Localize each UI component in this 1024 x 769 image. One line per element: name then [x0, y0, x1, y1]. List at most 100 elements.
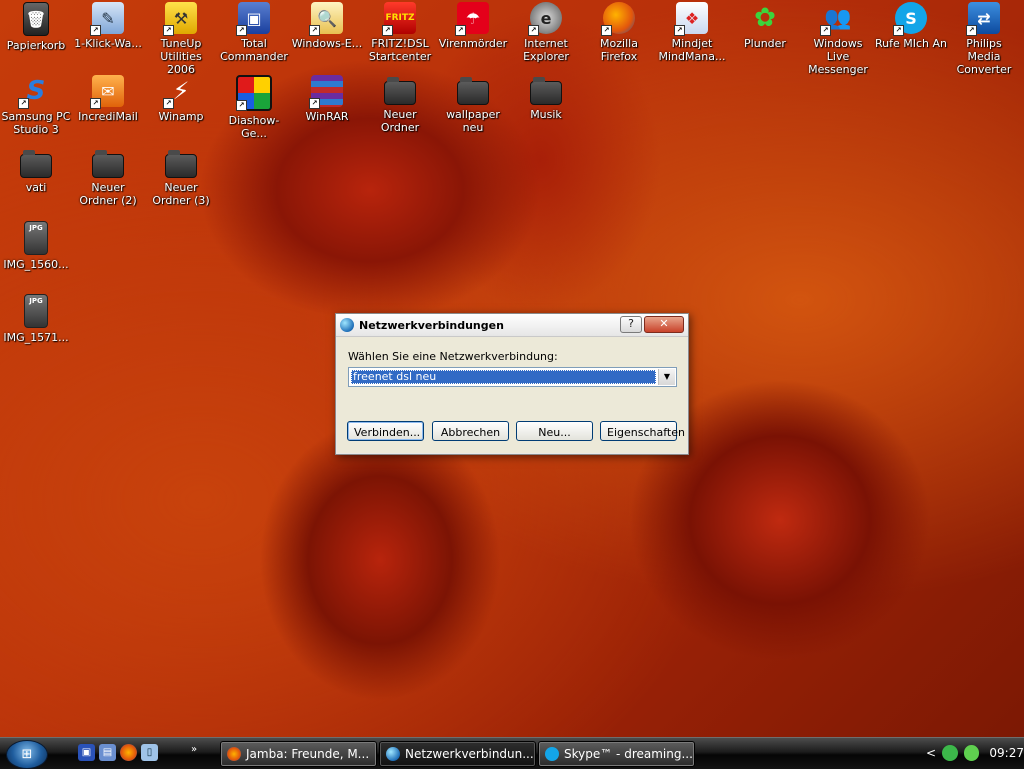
shortcut-arrow-icon: ↗ — [236, 100, 247, 111]
desktop-icon-label: IncrediMail — [78, 110, 138, 123]
network-globe-icon — [386, 747, 400, 761]
desktop-icon-label: Philips Media Converter — [956, 37, 1012, 76]
icq-tray-icon[interactable] — [963, 745, 980, 761]
dialog-titlebar[interactable]: Netzwerkverbindungen ? ✕ — [336, 314, 688, 337]
desktop-icon-incredimail[interactable]: ✉ ↗ IncrediMail — [72, 75, 144, 123]
skype-icon — [545, 747, 559, 761]
close-button[interactable]: ✕ — [644, 316, 684, 333]
shortcut-arrow-icon: ↗ — [309, 98, 320, 109]
folder-icon — [92, 150, 124, 178]
cancel-button[interactable]: Abbrechen — [432, 421, 509, 441]
desktop-icon-label: Mozilla Firefox — [600, 37, 638, 63]
quick-launch-more-icon[interactable]: » — [191, 744, 197, 755]
desktop-icon-skype[interactable]: S ↗ Rufe MIch An — [875, 2, 947, 50]
desktop-folder-neuer-ordner[interactable]: Neuer Ordner — [364, 75, 436, 134]
desktop-icon-label: Total Commander — [220, 37, 288, 63]
desktop-icon-winrar[interactable]: ↗ WinRAR — [291, 75, 363, 123]
fritz-icon: FRITZ ↗ — [382, 2, 416, 36]
quick-launch: ▣ ▤ ▯ — [78, 744, 158, 761]
connect-button[interactable]: Verbinden... — [347, 421, 424, 441]
desktop-icon-1-klick-wartung[interactable]: ✎ ↗ 1-Klick-Wa... — [72, 2, 144, 50]
desktop-icon-label: Windows-E... — [291, 37, 363, 50]
firefox-icon: ↗ — [601, 2, 635, 36]
desktop-icon-virenmoerder[interactable]: ☂ ↗ Virenmörder — [437, 2, 509, 50]
desktop-icon-fritz-dsl[interactable]: FRITZ ↗ FRITZ!DSL Startcenter — [364, 2, 436, 63]
desktop-switch-icon[interactable]: ▤ — [99, 744, 116, 761]
new-connection-button[interactable]: Neu... — [516, 421, 593, 441]
recycle-bin-icon: 🗑 — [23, 2, 49, 36]
slideshow-icon: ↗ — [236, 75, 272, 111]
desktop-file-img-1571[interactable]: JPG IMG_1571... — [0, 294, 72, 344]
desktop-icon-label: vati — [25, 181, 47, 194]
desktop-icon-windows-explorer[interactable]: 🔍 ↗ Windows-E... — [291, 2, 363, 50]
desktop-icon-label: Musik — [530, 108, 562, 121]
desktop-icon-label: Internet Explorer — [523, 37, 569, 63]
taskbar-button-jamba[interactable]: Jamba: Freunde, M... — [220, 741, 377, 767]
desktop-icon-philips-media-converter[interactable]: ⇄ ↗ Philips Media Converter — [948, 2, 1020, 76]
desktop-icon-mindjet[interactable]: ❖ ↗ Mindjet MindMana... — [656, 2, 728, 63]
desktop-folder-wallpaper-neu[interactable]: wallpaper neu — [437, 75, 509, 134]
taskbar-button-label: Jamba: Freunde, M... — [246, 747, 370, 761]
shortcut-arrow-icon: ↗ — [90, 25, 101, 36]
shortcut-arrow-icon: ↗ — [528, 25, 539, 36]
desktop-icon-label: wallpaper neu — [446, 108, 500, 134]
properties-button[interactable]: Eigenschaften — [600, 421, 685, 441]
desktop-icon-internet-explorer[interactable]: e ↗ Internet Explorer — [510, 2, 582, 63]
desktop-icon-winamp[interactable]: ⚡ ↗ Winamp — [145, 75, 217, 124]
desktop-icon-label: WinRAR — [305, 110, 349, 123]
desktop-icon-plunder[interactable]: ✿ Plunder — [729, 2, 801, 51]
desktop-icon-label: TuneUp Utilities 2006 — [160, 37, 202, 76]
desktop-icon-label: Neuer Ordner (2) — [79, 181, 137, 207]
desktop-icon-windows-live-messenger[interactable]: 👥 ↗ Windows Live Messenger — [802, 2, 874, 76]
taskbar: ⊞ ▣ ▤ ▯ » Jamba: Freunde, M... Netzwerkv… — [0, 737, 1024, 769]
desktop-folder-neuer-ordner-3[interactable]: Neuer Ordner (3) — [145, 148, 217, 207]
jpg-file-icon: JPG — [24, 221, 48, 255]
desktop-icon-label: IMG_1560... — [3, 258, 69, 271]
shortcut-arrow-icon: ↗ — [309, 25, 320, 36]
help-button[interactable]: ? — [620, 316, 642, 333]
shortcut-arrow-icon: ↗ — [455, 25, 466, 36]
connection-select[interactable]: freenet dsl neu ▼ — [348, 367, 677, 387]
desktop-icon-diashow[interactable]: ↗ Diashow-Ge... — [218, 75, 290, 140]
dropdown-arrow-icon[interactable]: ▼ — [658, 369, 675, 385]
mail-envelope-icon: ✉ ↗ — [90, 75, 124, 109]
taskbar-button-skype[interactable]: Skype™ - dreaming... — [538, 741, 695, 767]
desktop-icon-tuneup[interactable]: ⚒ ↗ TuneUp Utilities 2006 — [145, 2, 217, 76]
shortcut-arrow-icon: ↗ — [382, 25, 393, 36]
desktop-icon-label: Windows Live Messenger — [808, 37, 868, 76]
network-globe-icon — [340, 318, 354, 332]
desktop-icon-mozilla-firefox[interactable]: ↗ Mozilla Firefox — [583, 2, 655, 63]
search-magnifier-icon: 🔍 ↗ — [309, 2, 343, 36]
desktop-icon-samsung-pc-studio[interactable]: S ↗ Samsung PC Studio 3 — [0, 75, 72, 137]
start-button[interactable]: ⊞ — [6, 740, 48, 769]
internet-explorer-icon: e ↗ — [528, 2, 562, 36]
desktop-icon-total-commander[interactable]: ▣ ↗ Total Commander — [218, 2, 290, 63]
floppy-disk-icon[interactable]: ▣ — [78, 744, 95, 761]
folder-icon — [384, 77, 416, 105]
tray-expand-icon[interactable]: < — [926, 746, 936, 760]
desktop-icon-recycle-bin[interactable]: 🗑 Papierkorb — [0, 2, 72, 52]
desktop-folder-neuer-ordner-2[interactable]: Neuer Ordner (2) — [72, 148, 144, 207]
mindmanager-icon: ❖ ↗ — [674, 2, 708, 36]
desktop-icon-label: Diashow-Ge... — [228, 114, 280, 140]
taskbar-button-label: Skype™ - dreaming... — [564, 747, 693, 761]
desktop-folder-musik[interactable]: Musik — [510, 75, 582, 121]
firefox-icon — [227, 747, 241, 761]
desktop-icon-label: Winamp — [158, 110, 204, 123]
shortcut-arrow-icon: ↗ — [893, 25, 904, 36]
desktop-icon-label: FRITZ!DSL Startcenter — [368, 37, 432, 63]
firefox-icon[interactable] — [120, 744, 137, 761]
taskbar-button-netzwerkverbindungen[interactable]: Netzwerkverbindun... — [379, 741, 536, 767]
taskbar-button-label: Netzwerkverbindun... — [405, 747, 534, 761]
shortcut-arrow-icon: ↗ — [18, 98, 29, 109]
network-tray-icon[interactable] — [942, 745, 958, 761]
desktop-folder-vati[interactable]: vati — [0, 148, 72, 194]
clock[interactable]: 09:27 — [989, 746, 1024, 760]
samsung-studio-icon: S ↗ — [18, 75, 52, 109]
tuneup-icon: ⚒ ↗ — [163, 2, 197, 36]
desktop-icon-label: Virenmörder — [438, 37, 508, 50]
folder-icon — [530, 77, 562, 105]
desktop-file-img-1560[interactable]: JPG IMG_1560... — [0, 221, 72, 271]
document-icon[interactable]: ▯ — [141, 744, 158, 761]
desktop-icon-label: Neuer Ordner (3) — [152, 181, 210, 207]
